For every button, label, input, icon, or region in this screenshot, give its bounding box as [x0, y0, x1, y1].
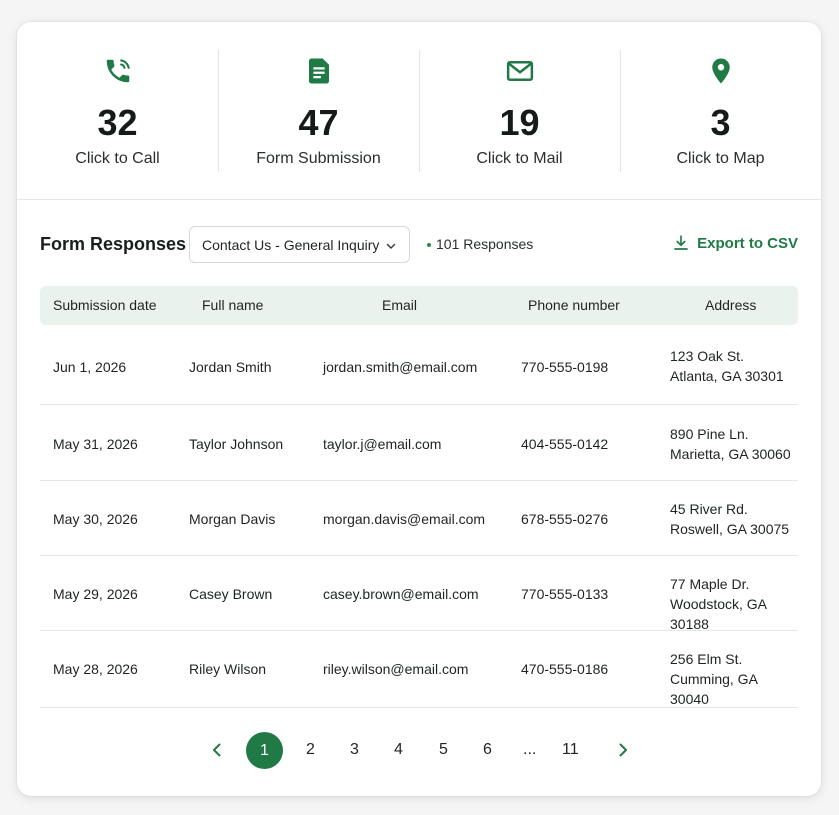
cell-email: taylor.j@email.com	[323, 436, 442, 452]
form-select-dropdown[interactable]: Contact Us - General Inquiry	[189, 226, 410, 263]
page-button[interactable]: 4	[394, 741, 403, 759]
address-line-2: Roswell, GA 30075	[670, 521, 790, 537]
table-row[interactable]: May 29, 2026 Casey Brown casey.brown@ema…	[40, 556, 798, 634]
address-line-1: 256 Elm St.	[670, 651, 743, 667]
page-ellipsis: ...	[523, 741, 537, 758]
cell-email: morgan.davis@email.com	[323, 511, 486, 527]
stat-value: 32	[97, 102, 138, 143]
document-icon	[304, 56, 334, 86]
cell-email: jordan.smith@email.com	[323, 359, 478, 375]
cell-address: 123 Oak St. Atlanta, GA 30301	[670, 346, 784, 386]
column-header-address: Address	[705, 297, 757, 313]
cell-phone: 404-555-0142	[521, 436, 609, 452]
table-row[interactable]: May 28, 2026 Riley Wilson riley.wilson@e…	[40, 631, 798, 708]
stat-form-submission: 47 Form Submission	[218, 22, 419, 199]
download-icon	[674, 235, 688, 250]
export-csv-label: Export to CSV	[697, 234, 798, 252]
cell-address: 45 River Rd. Roswell, GA 30075	[670, 499, 789, 539]
cell-address: 890 Pine Ln. Marietta, GA 30060	[670, 424, 791, 464]
address-line-2: Marietta, GA 30060	[670, 446, 791, 462]
cell-email: riley.wilson@email.com	[323, 661, 469, 677]
address-line-1: 890 Pine Ln.	[670, 426, 749, 442]
table-row[interactable]: May 30, 2026 Morgan Davis morgan.davis@e…	[40, 481, 798, 556]
pagination: 1 2 3 4 5 6 ... 11	[17, 730, 821, 770]
stat-click-to-call: 32 Click to Call	[17, 22, 218, 199]
cell-phone: 770-555-0133	[521, 586, 609, 602]
stats-bar: 32 Click to Call 47 Form Submission 19 C…	[17, 22, 821, 200]
cell-email: casey.brown@email.com	[323, 586, 479, 602]
cell-name: Casey Brown	[189, 586, 273, 602]
next-page-button[interactable]	[613, 740, 633, 760]
cell-date: May 31, 2026	[53, 436, 138, 452]
export-csv-button[interactable]: Export to CSV	[672, 234, 798, 252]
stat-label: Click to Mail	[476, 150, 563, 167]
cell-name: Riley Wilson	[189, 661, 267, 677]
page-button[interactable]: 3	[350, 741, 359, 759]
chevron-down-icon	[385, 239, 397, 251]
responses-toolbar: Form Responses Contact Us - General Inqu…	[17, 200, 821, 290]
cell-name: Jordan Smith	[189, 359, 272, 375]
stat-value: 47	[298, 102, 339, 143]
stat-click-to-map: 3 Click to Map	[620, 22, 821, 199]
address-line-2: Cumming, GA 30040	[670, 671, 758, 707]
stat-value: 19	[499, 102, 540, 143]
address-line-2: Atlanta, GA 30301	[670, 368, 784, 384]
page-button[interactable]: 11	[562, 741, 579, 759]
cell-address: 256 Elm St. Cumming, GA 30040	[670, 649, 798, 709]
section-title: Form Responses	[40, 234, 187, 254]
stat-value: 3	[710, 102, 731, 143]
phone-icon	[103, 56, 133, 86]
form-select-value: Contact Us - General Inquiry	[202, 237, 380, 253]
column-header-email: Email	[382, 297, 418, 313]
previous-page-button[interactable]	[207, 740, 227, 760]
cell-phone: 770-555-0198	[521, 359, 609, 375]
cell-phone: 678-555-0276	[521, 511, 609, 527]
page-button[interactable]: 5	[439, 741, 448, 759]
stat-click-to-mail: 19 Click to Mail	[419, 22, 620, 199]
bullet-dot-icon	[427, 243, 431, 248]
chevron-left-icon	[213, 743, 221, 757]
page-button-current[interactable]: 1	[246, 732, 283, 769]
table-row[interactable]: May 31, 2026 Taylor Johnson taylor.j@ema…	[40, 406, 798, 481]
page-button[interactable]: 6	[483, 741, 492, 759]
response-count: 101 Responses	[427, 236, 533, 252]
cell-date: Jun 1, 2026	[53, 359, 127, 375]
table-header: Submission date Full name Email Phone nu…	[40, 286, 798, 325]
chevron-right-icon	[619, 743, 627, 757]
cell-date: May 28, 2026	[53, 661, 138, 677]
cell-name: Taylor Johnson	[189, 436, 284, 452]
address-line-2: Woodstock, GA 30188	[670, 596, 767, 632]
form-responses-card: 32 Click to Call 47 Form Submission 19 C…	[17, 22, 821, 796]
cell-address: 77 Maple Dr. Woodstock, GA 30188	[670, 574, 798, 634]
mail-icon	[505, 56, 535, 86]
column-header-name: Full name	[202, 297, 264, 313]
stat-label: Form Submission	[256, 150, 381, 167]
page-button[interactable]: 2	[306, 741, 315, 759]
address-line-1: 123 Oak St.	[670, 348, 744, 364]
column-header-phone: Phone number	[528, 297, 620, 313]
map-pin-icon	[706, 56, 736, 86]
response-count-label: 101 Responses	[436, 236, 534, 252]
cell-date: May 29, 2026	[53, 586, 138, 602]
cell-date: May 30, 2026	[53, 511, 138, 527]
column-header-date: Submission date	[53, 297, 157, 313]
address-line-1: 45 River Rd.	[670, 501, 748, 517]
stat-label: Click to Map	[676, 150, 765, 167]
cell-phone: 470-555-0186	[521, 661, 609, 677]
stat-label: Click to Call	[75, 150, 160, 167]
address-line-1: 77 Maple Dr.	[670, 576, 750, 592]
table-row[interactable]: Jun 1, 2026 Jordan Smith jordan.smith@em…	[40, 330, 798, 405]
cell-name: Morgan Davis	[189, 511, 276, 527]
